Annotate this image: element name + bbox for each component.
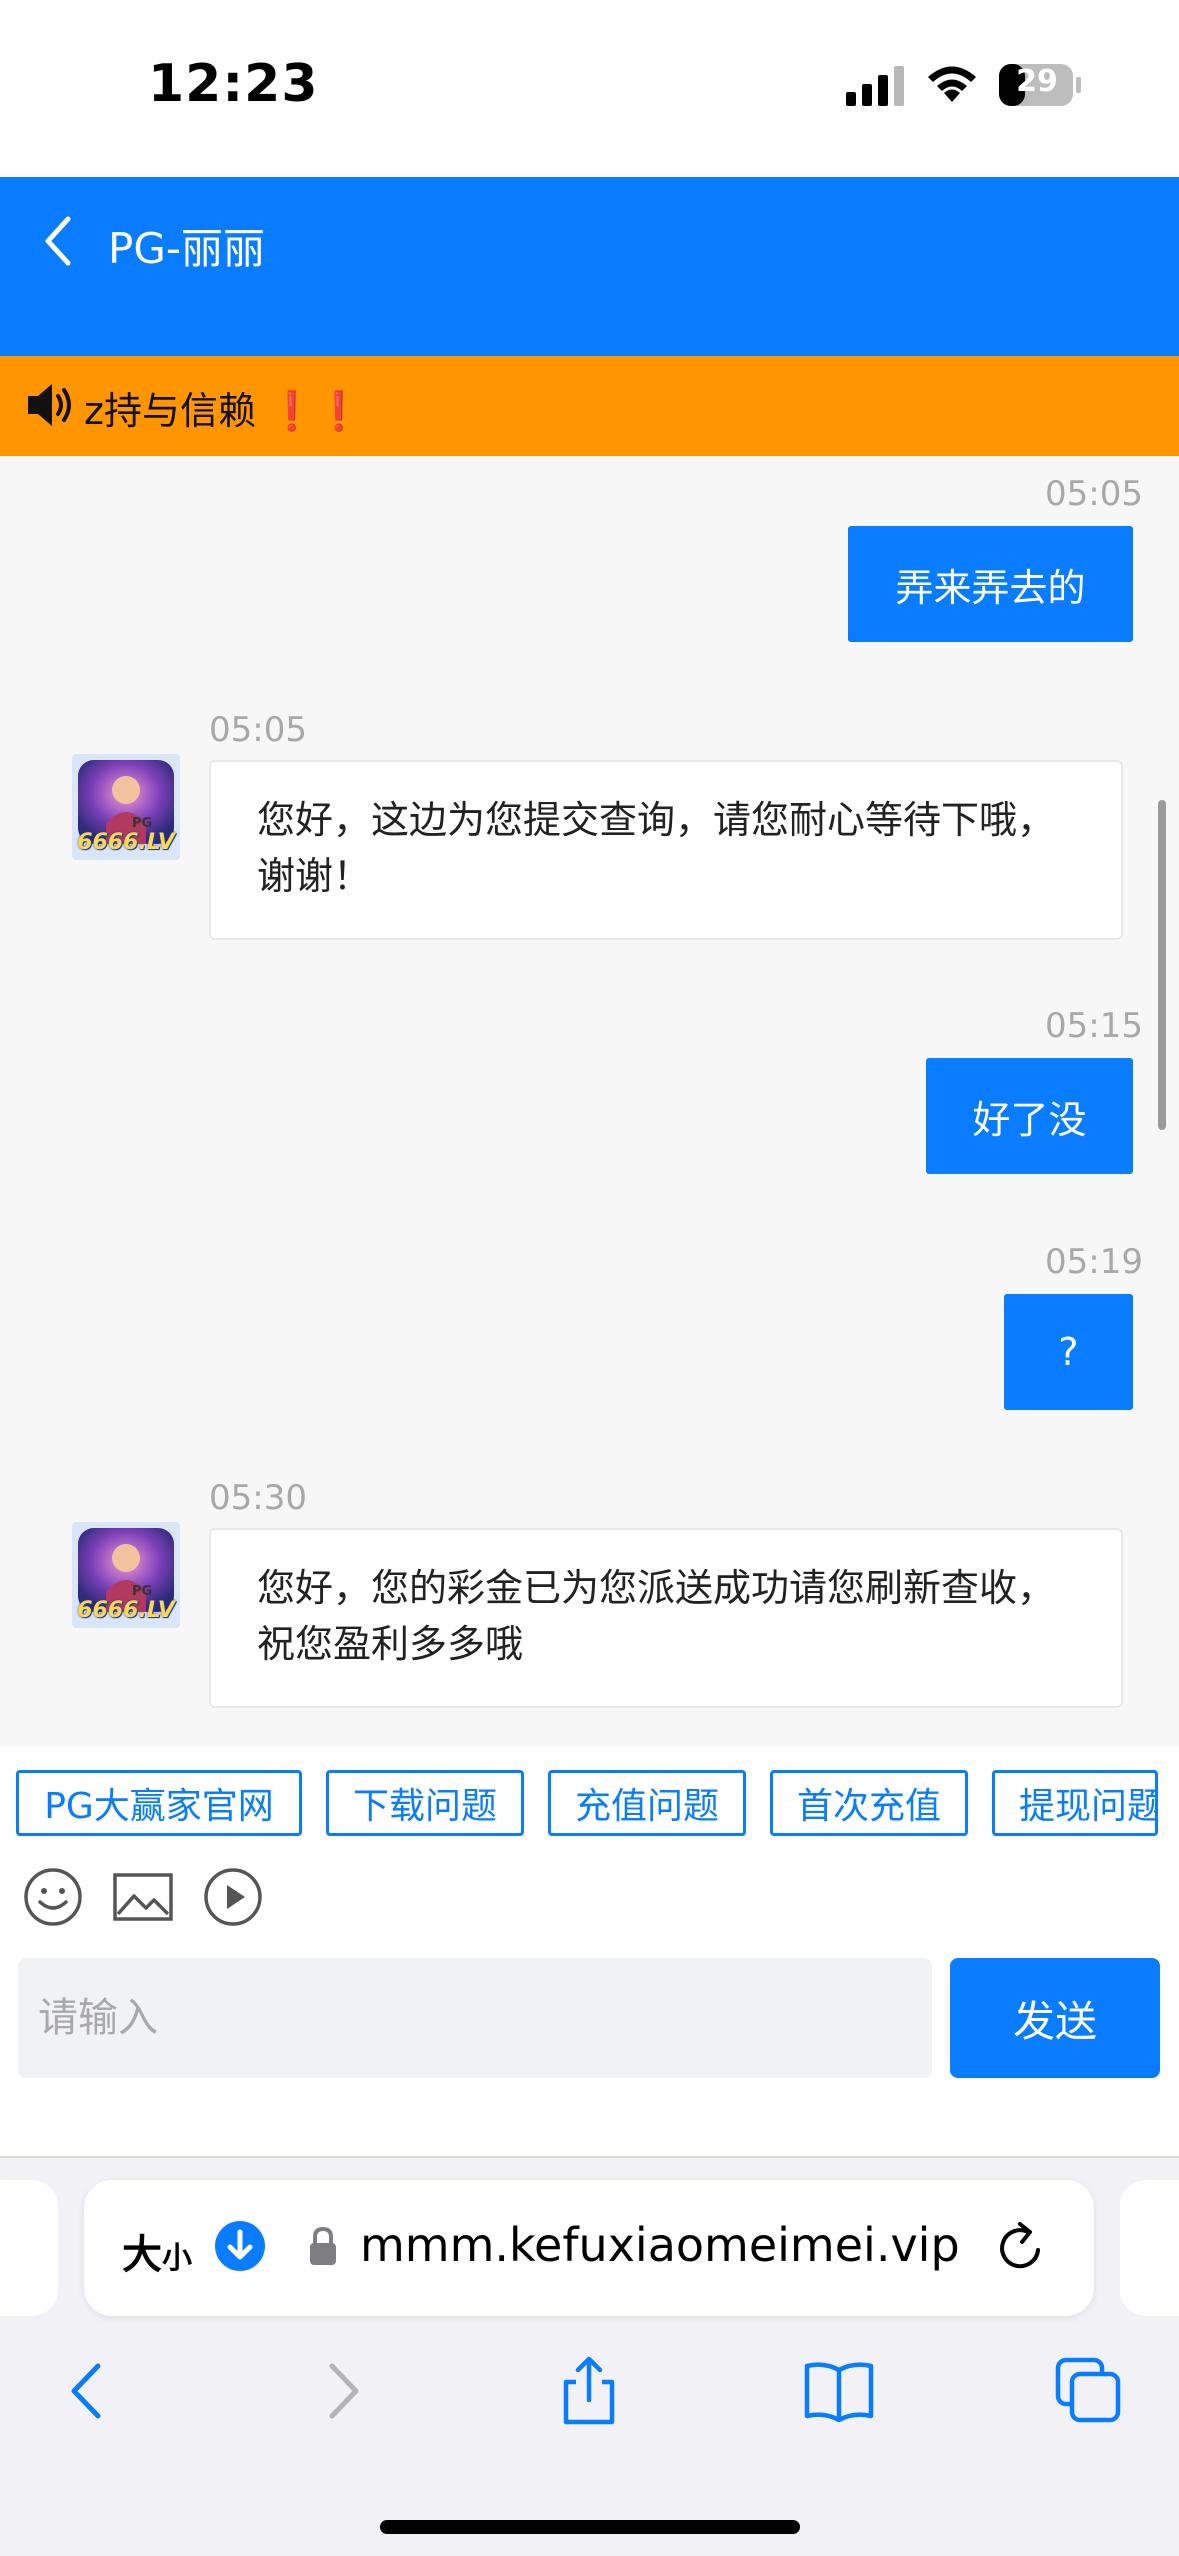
composer-tools (0, 1858, 1179, 1958)
message-timestamp: 05:30 (209, 1478, 307, 1518)
back-arrow-icon[interactable] (38, 213, 78, 269)
quick-reply-official-site[interactable]: PG大赢家官网 (16, 1770, 302, 1836)
announcement-message: z持与信赖 (84, 389, 256, 433)
download-icon[interactable] (214, 2220, 266, 2272)
outgoing-message[interactable]: 弄来弄去的 (848, 526, 1133, 642)
cellular-signal-icon (846, 66, 904, 106)
quick-reply-deposit[interactable]: 充值问题 (548, 1770, 746, 1836)
emoji-icon[interactable] (22, 1866, 84, 1928)
message-list[interactable]: 05:05 弄来弄去的 05:05 PG 6666.LV 您好，这边为您提交查询… (0, 456, 1179, 1746)
quick-reply-withdraw[interactable]: 提现问题 (992, 1770, 1158, 1836)
avatar-tag: PG (132, 1584, 153, 1599)
image-icon[interactable] (112, 1866, 174, 1928)
browser-toolbar: 大小 mmm.kefuxiaomeimei.vip (0, 2156, 1179, 2556)
status-time: 12:23 (148, 54, 319, 114)
announcement-text: z持与信赖 ❗❗ (84, 380, 363, 435)
scrollbar[interactable] (1158, 800, 1166, 1130)
message-input[interactable] (18, 1958, 932, 2078)
alert-marks: ❗❗ (268, 389, 363, 433)
bookmarks-icon[interactable] (802, 2354, 876, 2428)
home-indicator (380, 2520, 800, 2534)
video-icon[interactable] (202, 1866, 264, 1928)
share-icon[interactable] (552, 2354, 626, 2428)
agent-avatar[interactable]: PG 6666.LV (72, 1522, 180, 1628)
next-tab-preview[interactable] (1120, 2180, 1179, 2316)
quick-reply-bar: PG大赢家官网 下载问题 充值问题 首次充值 提现问题 (0, 1746, 1179, 1858)
send-button[interactable]: 发送 (950, 1958, 1160, 2078)
browser-forward-icon[interactable] (304, 2354, 378, 2428)
announcement-bar: z持与信赖 ❗❗ (0, 356, 1179, 456)
avatar-label: 6666.LV (77, 1598, 175, 1623)
status-bar: 12:23 29 (0, 0, 1179, 177)
text-size-small: 小 (162, 2241, 192, 2276)
battery-level: 29 (1016, 64, 1058, 99)
url-text[interactable]: mmm.kefuxiaomeimei.vip (360, 2218, 960, 2272)
outgoing-message[interactable]: 好了没 (926, 1058, 1133, 1174)
address-bar[interactable]: 大小 mmm.kefuxiaomeimei.vip (84, 2180, 1094, 2316)
avatar-tag: PG (132, 816, 153, 831)
reload-icon[interactable] (994, 2220, 1050, 2276)
text-size-large: 大 (122, 2232, 162, 2278)
avatar-label: 6666.LV (77, 830, 175, 855)
message-line: 祝您盈利多多哦 (257, 1622, 524, 1666)
message-timestamp: 05:15 (1045, 1006, 1143, 1046)
agent-avatar[interactable]: PG 6666.LV (72, 754, 180, 860)
message-line: 您好，这边为您提交查询，请您耐心等待下哦， (257, 798, 1056, 842)
message-line: 您好，您的彩金已为您派送成功请您刷新查收， (257, 1566, 1056, 1610)
quick-reply-download[interactable]: 下载问题 (326, 1770, 524, 1836)
message-timestamp: 05:19 (1045, 1242, 1143, 1282)
chat-header: PG-丽丽 (0, 177, 1179, 356)
lock-icon (310, 2226, 336, 2265)
message-line: 谢谢！ (257, 854, 372, 898)
text-size-button[interactable]: 大小 (122, 2222, 192, 2280)
browser-back-icon[interactable] (52, 2354, 126, 2428)
outgoing-message[interactable]: ? (1004, 1294, 1133, 1410)
incoming-message[interactable]: 您好，这边为您提交查询，请您耐心等待下哦， 谢谢！ (209, 760, 1123, 940)
tabs-icon[interactable] (1052, 2354, 1126, 2428)
composer: 发送 (0, 1958, 1179, 2156)
speaker-icon (28, 384, 71, 426)
wifi-icon (928, 66, 976, 102)
previous-tab-preview[interactable] (0, 2180, 58, 2316)
message-timestamp: 05:05 (209, 710, 307, 750)
message-timestamp: 05:05 (1045, 474, 1143, 514)
incoming-message[interactable]: 您好，您的彩金已为您派送成功请您刷新查收， 祝您盈利多多哦 (209, 1528, 1123, 1708)
chat-title: PG-丽丽 (108, 224, 266, 273)
quick-reply-first-deposit[interactable]: 首次充值 (770, 1770, 968, 1836)
